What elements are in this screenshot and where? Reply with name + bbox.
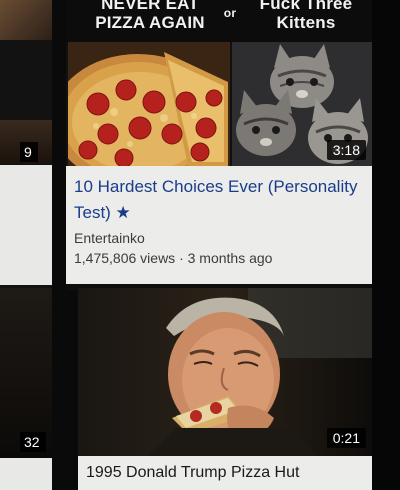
video-info-card[interactable]: 10 Hardest Choices Ever (Personality Tes… — [66, 166, 372, 284]
previous-duration-badge: 9 — [20, 142, 38, 162]
screen-edge — [372, 0, 400, 490]
previous-card[interactable] — [0, 165, 52, 285]
video-thumbnail[interactable]: NEVER EAT PIZZA AGAIN or Fuck Three Kitt… — [66, 0, 372, 166]
duration-badge: 3:18 — [326, 140, 366, 160]
previous-thumbnail[interactable] — [0, 0, 52, 40]
video-title-2[interactable]: 1995 Donald Trump Pizza Hut — [86, 464, 372, 482]
previous-card-2[interactable] — [0, 458, 52, 490]
video-thumbnail-2[interactable]: 0:21 — [78, 288, 372, 456]
video-info-card-2[interactable]: 1995 Donald Trump Pizza Hut — [78, 456, 372, 490]
previous-duration-badge-2: 32 — [20, 432, 46, 452]
previous-column: 9 32 — [0, 0, 52, 490]
channel-name[interactable]: Entertainko — [74, 228, 368, 248]
video-stats: 1,475,806 views · 3 months ago — [74, 250, 273, 266]
pizza-illustration — [68, 42, 230, 166]
pizza-image — [68, 42, 230, 166]
previous-thumbnail-3[interactable]: 32 — [0, 288, 52, 458]
video-title[interactable]: 10 Hardest Choices Ever (Personality Tes… — [74, 174, 364, 226]
video-feed: 9 32 NEVER EAT PIZZA AGAIN or Fuck Three… — [0, 0, 400, 490]
previous-thumbnail-2[interactable]: 9 — [0, 120, 52, 164]
thumbnail-caption-or: or — [223, 6, 237, 20]
thumbnail-caption-right: Fuck Three Kittens — [259, 0, 353, 32]
thumbnail-caption-left: NEVER EAT PIZZA AGAIN — [95, 0, 205, 32]
duration-badge-2: 0:21 — [326, 428, 366, 448]
